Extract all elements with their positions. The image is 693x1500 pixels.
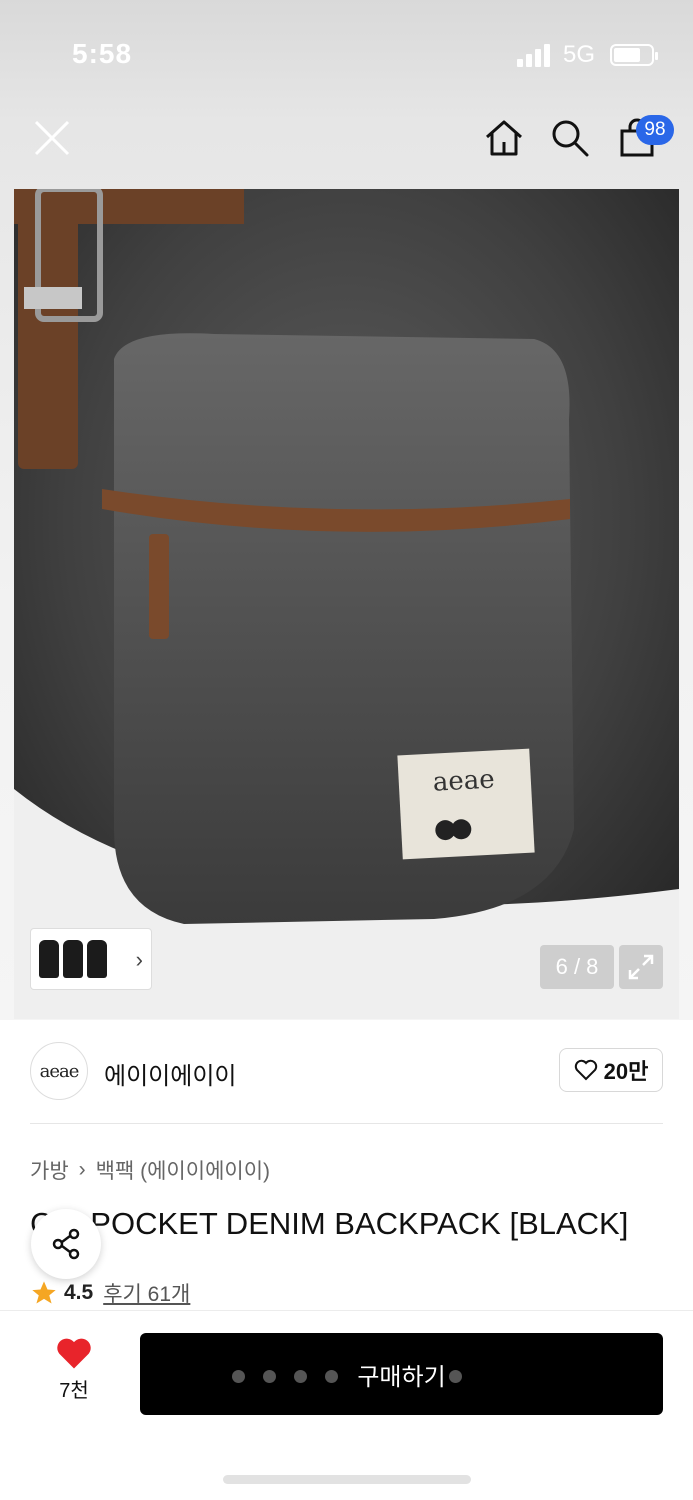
product-image[interactable]: aeae [14,189,679,1019]
search-icon [552,120,589,157]
breadcrumb: 가방 › 백팩 (에이이에이이) [30,1155,270,1185]
breadcrumb-separator: › [78,1158,86,1181]
status-time: 5:58 [72,38,133,69]
breadcrumb-category[interactable]: 가방 [30,1155,69,1185]
brand-name[interactable]: 에이이에이이 [104,1056,236,1091]
product-title: C E POCKET DENIM BACKPACK [BLACK] [30,1206,629,1241]
close-icon [34,120,70,156]
heart-filled-icon [57,1338,91,1369]
cart-count-badge: 98 [636,115,674,145]
navbar [0,100,693,180]
breadcrumb-subcategory[interactable]: 백팩 (에이이에이이) [96,1155,270,1185]
rating-value: 4.5 [64,1281,94,1304]
svg-text:aeae: aeae [432,764,495,797]
close-button[interactable] [26,112,78,164]
star-icon [32,1281,56,1304]
wishlist-count: 7천 [59,1380,89,1402]
search-button[interactable] [544,112,596,164]
review-link[interactable]: 후기 61개 [103,1278,190,1308]
thumbnail-strip[interactable]: › [30,928,152,990]
home-button[interactable] [478,112,530,164]
chevron-right-icon: › [135,947,143,972]
rating-row: 4.5 후기 61개 [30,1278,190,1308]
brand-like-count: 20만 [603,1059,649,1084]
backpack-photo: aeae [14,189,679,1019]
brand-logo[interactable]: aeae [30,1042,88,1100]
status-bar: 5:58 5G [0,0,693,100]
share-button[interactable] [31,1209,101,1279]
signal-icon [517,43,553,67]
loading-indicator [232,1370,462,1383]
thumbnail-image[interactable] [63,940,83,978]
home-indicator[interactable] [223,1475,471,1484]
battery-icon [610,44,658,66]
expand-icon [628,954,654,980]
thumbnail-image[interactable] [87,940,107,978]
share-icon [52,1228,80,1260]
image-page-counter: 6 / 8 [540,945,614,989]
divider [30,1123,663,1124]
home-icon [486,120,522,156]
thumbnail-image[interactable] [39,940,59,978]
brand-like-button[interactable]: 20만 [559,1048,663,1092]
wishlist-button[interactable]: 7천 [44,1336,104,1408]
expand-image-button[interactable] [619,945,663,989]
heart-outline-icon [574,1059,597,1081]
brand-row[interactable]: aeae 에이이에이이 20만 [30,1040,663,1102]
network-label: 5G [563,41,596,68]
